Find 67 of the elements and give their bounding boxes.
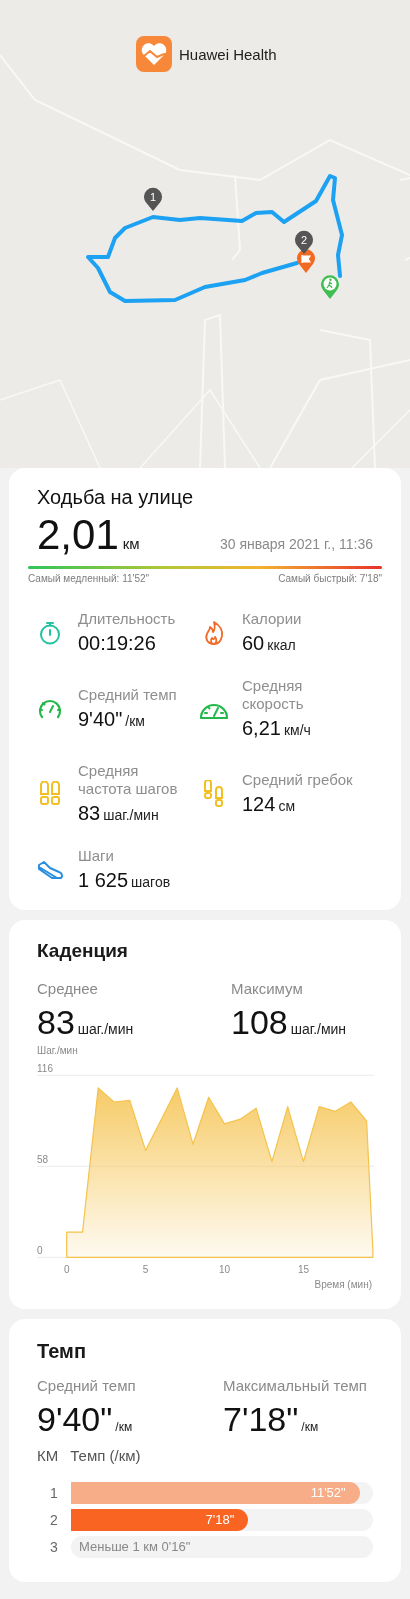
metric-unit: шаг./мин: [103, 807, 159, 823]
km-number: 2: [49, 1512, 59, 1528]
metric-unit: км/ч: [283, 722, 311, 738]
walker-pin-icon: [319, 274, 341, 300]
distance-unit: км: [122, 535, 140, 552]
distance-value: 2,01: [37, 512, 119, 558]
tick-label: 15: [297, 1264, 309, 1275]
fastest-pace: Самый быстрый: 7'18": [278, 573, 382, 584]
metric-value: 124: [242, 793, 276, 816]
stat-value: 9'40": [37, 1401, 113, 1437]
km-marker: 2: [294, 230, 314, 255]
km-number: 1: [49, 1485, 59, 1501]
metric-value: 1 625: [78, 869, 129, 892]
metric-unit: /км: [125, 713, 145, 729]
metric-value: 00:19:26: [78, 632, 156, 655]
sneaker-icon: [36, 858, 64, 881]
stat-unit: шаг./мин: [290, 1021, 347, 1037]
tick-label: 58: [37, 1154, 49, 1166]
metric-label: Средняя частота шагов: [78, 762, 179, 798]
pace-bar: 11'52": [71, 1482, 360, 1504]
stat-label: Максимум: [231, 980, 304, 998]
workout-date: 30 января 2021 г., 11:36: [219, 536, 373, 552]
metric-label: Длительность: [78, 610, 176, 628]
tick-label: 116: [37, 1063, 53, 1075]
section-title: Каденция: [36, 940, 129, 962]
slowest-pace: Самый медленный: 11'52": [28, 573, 150, 584]
tick-label: 0: [63, 1264, 70, 1275]
metric-value: 9'40": [78, 708, 123, 731]
tick-label: 10: [218, 1264, 231, 1275]
stat-value: 108: [231, 1004, 288, 1040]
app-name: Huawei Health: [179, 45, 277, 63]
metric-label: Шаги: [78, 847, 115, 865]
app-logo-icon: [136, 36, 172, 72]
axis-title: Время (мин): [314, 1279, 372, 1290]
pace-note-bar: Меньше 1 км 0'16": [71, 1536, 373, 1558]
stopwatch-icon: [37, 619, 63, 646]
activity-title: Ходьба на улице: [36, 485, 195, 510]
metric-value: 6,21: [242, 717, 281, 740]
stat-unit: /км: [301, 1420, 319, 1434]
footprints-icon: [38, 780, 62, 807]
metric-unit: шагов: [131, 874, 171, 890]
axis-title: Шаг./мин: [37, 1045, 78, 1056]
flag-pin-icon: [295, 248, 317, 274]
metric-value: 60: [242, 632, 265, 655]
pace-bar: 7'18": [71, 1509, 249, 1531]
metric-unit: см: [278, 798, 295, 814]
metric-label: Средний темп: [78, 686, 177, 704]
tick-label: 5: [142, 1264, 149, 1275]
metric-value: 83: [78, 802, 101, 825]
metric-label: Средний гребок: [242, 771, 353, 789]
metric-unit: ккал: [267, 637, 296, 653]
stat-label: Средний темп: [37, 1377, 137, 1395]
stat-label: Среднее: [37, 980, 99, 998]
stat-label: Максимальный темп: [223, 1377, 368, 1395]
stat-unit: шаг./мин: [77, 1021, 134, 1037]
footprints-icon: [202, 779, 226, 808]
stat-value: 7'18": [223, 1401, 299, 1437]
metric-label: Средняя скорость: [242, 677, 305, 713]
metric-label: Калории: [242, 610, 302, 628]
section-title: Темп: [37, 1339, 87, 1363]
column-header: Темп (/км): [70, 1447, 141, 1464]
column-header: КМ: [37, 1447, 59, 1464]
stat-value: 83: [37, 1004, 75, 1040]
km-number: 3: [49, 1539, 59, 1555]
km-marker: 1: [143, 187, 163, 212]
tick-label: 0: [37, 1245, 43, 1257]
stat-unit: /км: [115, 1420, 133, 1434]
